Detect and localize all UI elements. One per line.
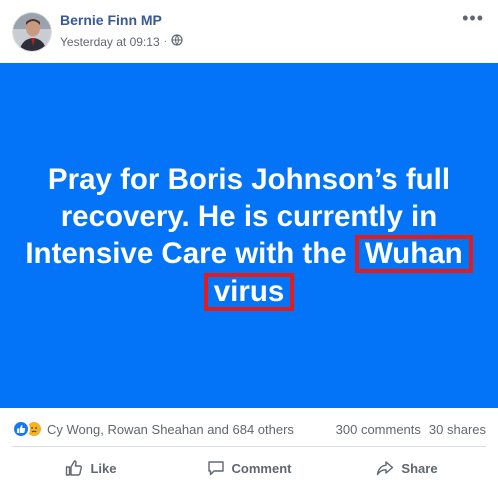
shares-count[interactable]: 30 shares bbox=[429, 422, 486, 437]
engagement-counts: 300 comments 30 shares bbox=[336, 422, 486, 437]
highlight-wuhan: Wuhan bbox=[354, 234, 473, 273]
share-icon bbox=[376, 459, 394, 477]
post-meta: Yesterday at 09:13 · bbox=[60, 34, 183, 49]
reactions-bar: Cy Wong, Rowan Sheahan and 684 others 30… bbox=[12, 418, 486, 440]
status-line-2: recovery. He is currently in bbox=[60, 199, 438, 233]
status-background-card: Pray for Boris Johnson’s full recovery. … bbox=[0, 63, 498, 408]
status-line-1: Pray for Boris Johnson’s full bbox=[47, 162, 451, 196]
status-text: Pray for Boris Johnson’s full recovery. … bbox=[14, 161, 484, 311]
post-header: Bernie Finn MP Yesterday at 09:13 · ••• bbox=[0, 0, 498, 63]
highlight-virus: virus bbox=[203, 272, 295, 311]
author-name[interactable]: Bernie Finn MP bbox=[60, 12, 162, 28]
thumbs-up-icon bbox=[65, 459, 83, 477]
status-line-3: Intensive Care with the Wuhan bbox=[14, 234, 484, 273]
reaction-icons[interactable] bbox=[12, 420, 43, 438]
status-line-4: virus bbox=[14, 272, 484, 311]
post-actions: Like Comment Share bbox=[12, 452, 486, 484]
share-button[interactable]: Share bbox=[328, 452, 486, 484]
like-button[interactable]: Like bbox=[12, 452, 170, 484]
more-options-icon[interactable]: ••• bbox=[462, 8, 484, 29]
status-line-3-prefix: Intensive Care with the bbox=[25, 236, 355, 270]
reactors-text[interactable]: Cy Wong, Rowan Sheahan and 684 others bbox=[47, 422, 336, 437]
comments-count[interactable]: 300 comments bbox=[336, 422, 421, 437]
comment-button[interactable]: Comment bbox=[170, 452, 328, 484]
author-avatar[interactable] bbox=[12, 12, 52, 52]
meta-separator: · bbox=[163, 36, 167, 47]
actions-divider bbox=[12, 446, 486, 447]
globe-icon bbox=[171, 34, 183, 49]
like-reaction-icon bbox=[12, 420, 30, 438]
comment-label: Comment bbox=[231, 460, 292, 476]
share-label: Share bbox=[401, 460, 438, 476]
post-timestamp[interactable]: Yesterday at 09:13 bbox=[60, 35, 160, 49]
like-label: Like bbox=[90, 460, 117, 476]
comment-icon bbox=[207, 459, 225, 477]
